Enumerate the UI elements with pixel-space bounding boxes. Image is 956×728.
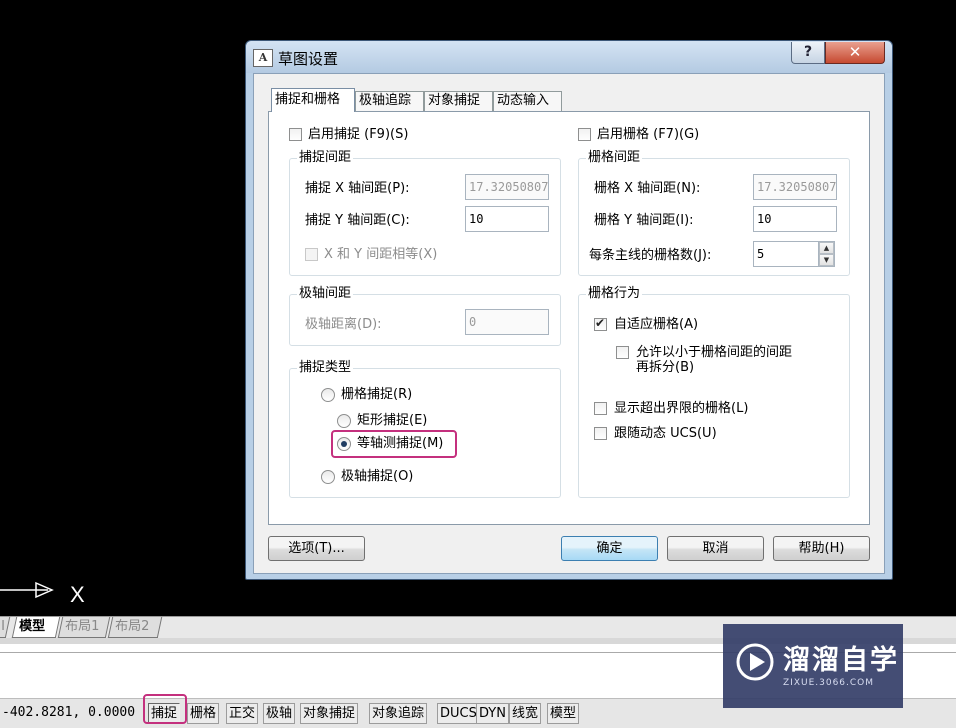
- rectangular-snap-label: 矩形捕捉(E): [357, 413, 428, 428]
- ucs-x-label: X: [70, 582, 85, 607]
- status-toggle-ortho[interactable]: 正交: [226, 703, 259, 724]
- status-toggle-osnap[interactable]: 对象捕捉: [300, 703, 359, 724]
- major-line-label: 每条主线的栅格数(J):: [589, 248, 712, 263]
- close-icon: ✕: [848, 43, 862, 61]
- beyond-limits-label: 显示超出界限的栅格(L): [614, 401, 749, 416]
- coordinate-readout: -402.8281, 0.0000: [2, 705, 136, 720]
- layout-tab-prev[interactable]: I: [0, 617, 11, 638]
- enable-grid-checkbox[interactable]: [578, 128, 591, 141]
- snap-y-spacing-input[interactable]: 10: [465, 206, 549, 232]
- status-toggle-lineweight[interactable]: 线宽: [509, 703, 542, 724]
- watermark-url: ZIXUE.3066.COM: [783, 678, 875, 688]
- status-toggle-grid[interactable]: 栅格: [187, 703, 220, 724]
- snap-grid-tab-pane: 启用捕捉 (F9)(S) 捕捉间距 捕捉 X 轴间距(P): 17.320508…: [268, 111, 870, 525]
- polar-snap-radio[interactable]: [321, 470, 335, 484]
- grid-behavior-title: 栅格行为: [586, 286, 643, 302]
- status-toggle-polar[interactable]: 极轴: [263, 703, 296, 724]
- dialog-titlebar[interactable]: A 草图设置 ? ✕: [246, 41, 892, 73]
- snap-y-label: 捕捉 Y 轴间距(C):: [305, 213, 410, 228]
- major-line-spinner[interactable]: ▲ ▼: [818, 241, 835, 267]
- layout-tab-layout1[interactable]: 布局1: [57, 617, 111, 638]
- spin-down-icon[interactable]: ▼: [819, 254, 834, 266]
- layout-tab-layout2[interactable]: 布局2: [107, 617, 163, 638]
- watermark-title: 溜溜自学: [783, 645, 899, 676]
- ok-button[interactable]: 确定: [561, 536, 658, 561]
- tab-object-snap[interactable]: 对象捕捉: [424, 91, 493, 111]
- status-toggle-dyn[interactable]: DYN: [476, 703, 509, 724]
- isometric-snap-highlight: [331, 430, 457, 458]
- polar-spacing-title: 极轴间距: [297, 286, 354, 302]
- snap-spacing-title: 捕捉间距: [297, 150, 354, 166]
- tab-polar-tracking[interactable]: 极轴追踪: [355, 91, 424, 111]
- dialog-title: 草图设置: [278, 50, 339, 68]
- follow-ucs-label: 跟随动态 UCS(U): [614, 426, 717, 441]
- grid-x-label: 栅格 X 轴间距(N):: [594, 181, 701, 196]
- status-toggle-model[interactable]: 模型: [547, 703, 580, 724]
- play-logo-icon: [736, 643, 774, 681]
- grid-snap-label: 栅格捕捉(R): [341, 387, 413, 402]
- snap-type-title: 捕捉类型: [297, 360, 354, 376]
- beyond-limits-checkbox[interactable]: [594, 402, 607, 415]
- watermark: 溜溜自学 ZIXUE.3066.COM: [723, 624, 903, 708]
- grid-snap-radio[interactable]: [321, 388, 335, 402]
- polar-distance-label: 极轴距离(D):: [305, 317, 382, 332]
- subdivide-label-line1: 允许以小于栅格间距的间距: [636, 345, 793, 360]
- drafting-settings-dialog: A 草图设置 ? ✕ 捕捉和栅格 极轴追踪 对象捕捉 动态输入 启用捕捉 (F9…: [245, 40, 893, 580]
- subdivide-label-line2: 再拆分(B): [636, 360, 695, 375]
- close-button[interactable]: ✕: [825, 42, 885, 64]
- status-toggle-ducs[interactable]: DUCS: [437, 703, 480, 724]
- polar-distance-input[interactable]: 0: [465, 309, 549, 335]
- grid-spacing-title: 栅格间距: [586, 150, 643, 166]
- rectangular-snap-radio[interactable]: [337, 414, 351, 428]
- snap-x-spacing-input[interactable]: 17.320508075689: [465, 174, 549, 200]
- adaptive-grid-checkbox[interactable]: [594, 316, 607, 331]
- autocad-app-icon: A: [253, 49, 273, 67]
- title-help-button[interactable]: ?: [791, 42, 825, 64]
- xy-equal-label: X 和 Y 间距相等(X): [324, 247, 438, 262]
- enable-grid-label: 启用栅格 (F7)(G): [597, 127, 700, 142]
- options-button[interactable]: 选项(T)...: [268, 536, 365, 561]
- dialog-client-area: 捕捉和栅格 极轴追踪 对象捕捉 动态输入 启用捕捉 (F9)(S) 捕捉间距 捕…: [253, 73, 885, 574]
- subdivide-checkbox[interactable]: [616, 346, 629, 359]
- snap-x-label: 捕捉 X 轴间距(P):: [305, 181, 410, 196]
- adaptive-grid-label: 自适应栅格(A): [614, 317, 699, 332]
- ucs-icon: X: [0, 581, 85, 607]
- xy-equal-checkbox[interactable]: [305, 248, 318, 261]
- polar-snap-label: 极轴捕捉(O): [341, 469, 414, 484]
- tab-snap-and-grid[interactable]: 捕捉和栅格: [271, 88, 355, 112]
- grid-x-spacing-input[interactable]: 17.320508075689: [753, 174, 837, 200]
- enable-snap-checkbox[interactable]: [289, 128, 302, 141]
- major-line-input[interactable]: 5: [753, 241, 819, 267]
- enable-snap-label: 启用捕捉 (F9)(S): [308, 127, 409, 142]
- grid-y-label: 栅格 Y 轴间距(I):: [594, 213, 694, 228]
- spin-up-icon[interactable]: ▲: [819, 242, 834, 254]
- help-button[interactable]: 帮助(H): [773, 536, 870, 561]
- tab-dynamic-input[interactable]: 动态输入: [493, 91, 562, 111]
- status-toggle-otrack[interactable]: 对象追踪: [369, 703, 428, 724]
- follow-ucs-checkbox[interactable]: [594, 427, 607, 440]
- status-snap-highlight: [143, 694, 187, 724]
- layout-tab-model[interactable]: 模型: [11, 617, 61, 638]
- cancel-button[interactable]: 取消: [667, 536, 764, 561]
- grid-y-spacing-input[interactable]: 10: [753, 206, 837, 232]
